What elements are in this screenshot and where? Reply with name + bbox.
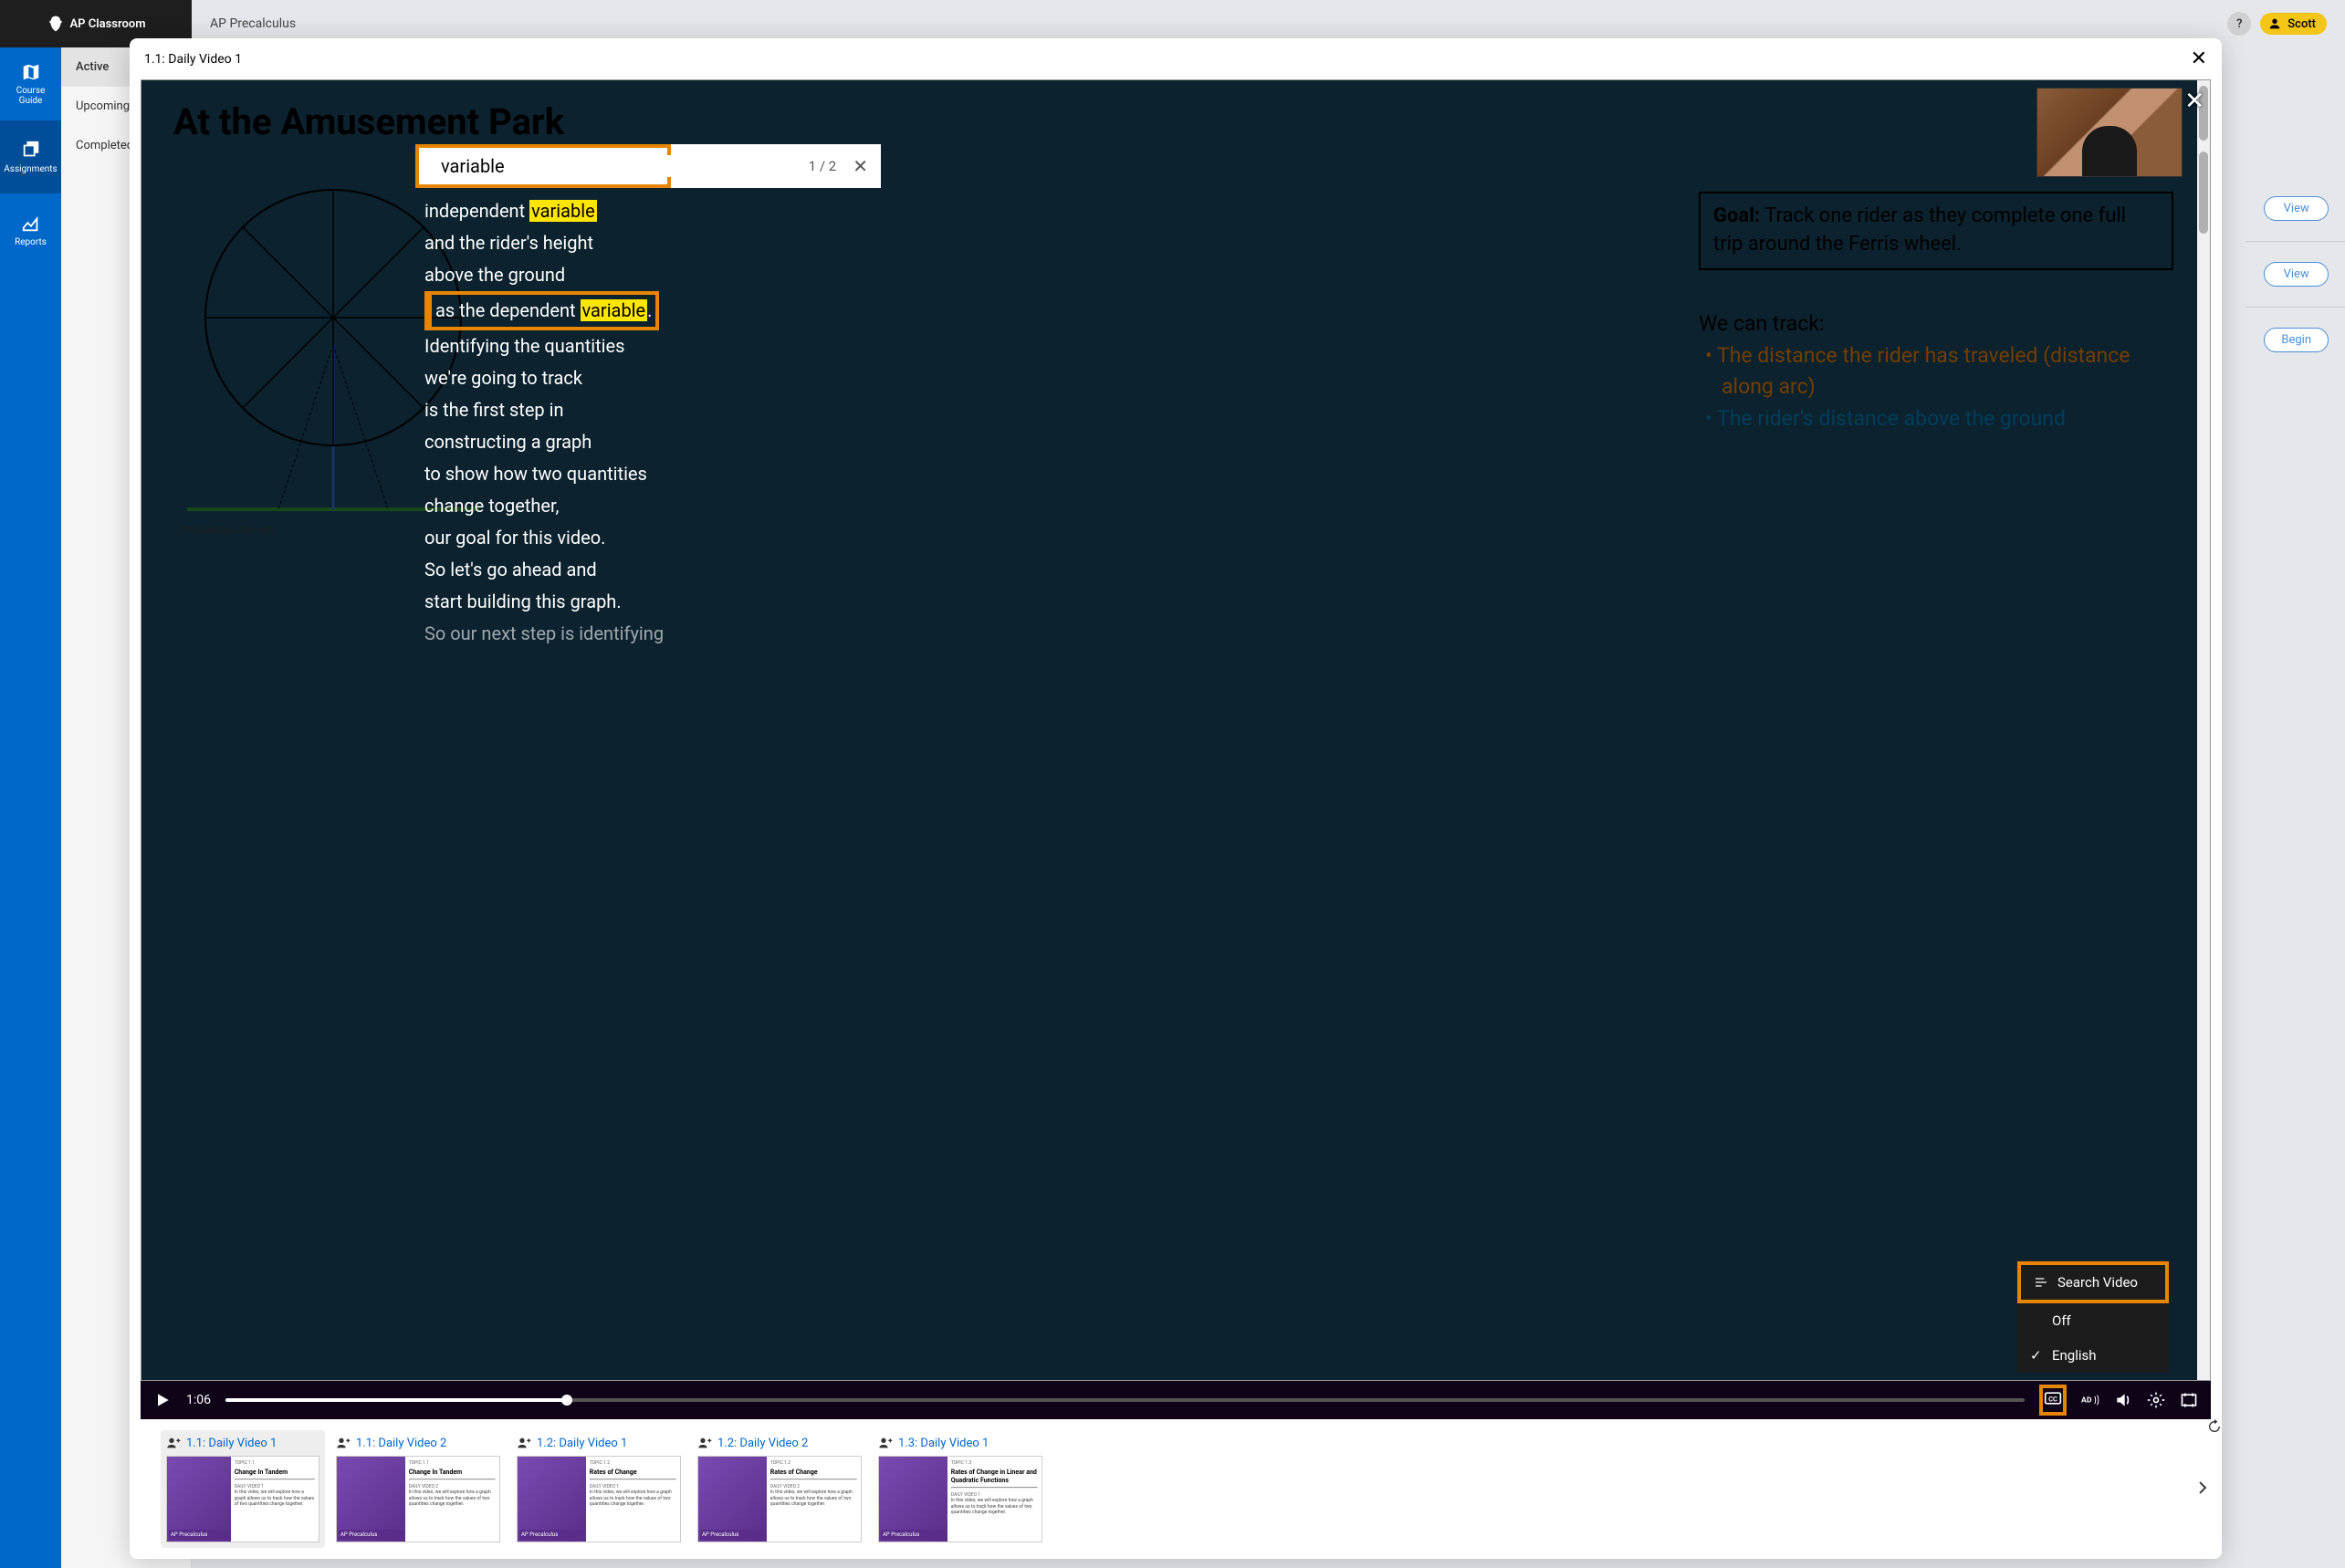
highlight: variable <box>581 299 648 321</box>
cc-label: English <box>2052 1347 2097 1364</box>
transcript: independent variable and the rider's hei… <box>415 195 780 650</box>
video-thumb[interactable]: 1.1: Daily Video 1 AP Precalculus TOPIC … <box>161 1430 325 1548</box>
chart-icon <box>21 214 41 234</box>
video-time: 1:06 <box>186 1393 211 1407</box>
brand-text: AP Classroom <box>70 17 146 31</box>
video-thumb[interactable]: 1.3: Daily Video 1 AP Precalculus TOPIC … <box>878 1436 1042 1542</box>
stack-icon <box>21 141 41 161</box>
pip-close-button[interactable]: ✕ <box>2184 88 2204 115</box>
modal-title: 1.1: Daily Video 1 <box>144 52 242 67</box>
help-button[interactable]: ? <box>2227 12 2251 36</box>
thumb-image: AP Precalculus TOPIC 1.2Rates of ChangeD… <box>517 1456 681 1542</box>
person-icon <box>2267 16 2282 31</box>
person-icon <box>878 1436 893 1450</box>
cc-off[interactable]: Off <box>2017 1303 2169 1338</box>
volume-button[interactable] <box>2114 1391 2132 1409</box>
view-button[interactable]: View <box>2264 196 2329 221</box>
picture-in-picture[interactable] <box>2036 88 2183 177</box>
progress-bar[interactable] <box>225 1398 2025 1402</box>
thumb-image: AP Precalculus TOPIC 1.2Rates of ChangeD… <box>697 1456 862 1542</box>
modal-close-button[interactable]: ✕ <box>2191 47 2207 70</box>
nav-label: Reports <box>15 237 47 247</box>
thumb-title: 1.2: Daily Video 1 <box>537 1437 627 1450</box>
video-modal: 1.1: Daily Video 1 ✕ At the Amusement Pa… <box>130 38 2222 1559</box>
video-scrollbar[interactable] <box>2197 80 2210 1380</box>
person-icon <box>697 1436 712 1450</box>
cc-button[interactable]: CC <box>2039 1385 2067 1416</box>
transcript-search-row: 1 / 2 ✕ <box>415 144 881 188</box>
thumb-title: 1.3: Daily Video 1 <box>898 1437 989 1450</box>
nav-label: Assignments <box>4 164 57 174</box>
begin-button[interactable]: Begin <box>2264 328 2329 352</box>
cc-label: Search Video <box>2057 1274 2138 1291</box>
side-actions: View View Begin <box>2264 196 2329 352</box>
thumb-title: 1.1: Daily Video 1 <box>186 1437 277 1450</box>
thumb-image: AP Precalculus TOPIC 1.3Rates of Change … <box>878 1456 1042 1542</box>
user-name: Scott <box>2287 17 2316 31</box>
video-thumb[interactable]: 1.1: Daily Video 2 AP Precalculus TOPIC … <box>336 1436 500 1542</box>
svg-text:AD: AD <box>2081 1396 2092 1406</box>
settings-button[interactable] <box>2147 1391 2165 1409</box>
list-icon <box>2034 1275 2048 1290</box>
thumb-title: 1.1: Daily Video 2 <box>356 1437 446 1450</box>
transcript-search-input[interactable] <box>441 155 673 177</box>
thumb-image: AP Precalculus TOPIC 1.1Change In Tandem… <box>336 1456 500 1542</box>
video-player[interactable]: At the Amusement Park <box>141 79 2211 1381</box>
rewatch-icon <box>2207 1419 2222 1434</box>
course-title: AP Precalculus <box>210 16 296 31</box>
captions-menu: Search Video Off ✓English <box>2017 1261 2169 1373</box>
map-icon <box>21 62 41 82</box>
nav-reports[interactable]: Reports <box>0 193 61 267</box>
video-thumbnails: 1.1: Daily Video 1 AP Precalculus TOPIC … <box>130 1419 2222 1559</box>
view-button[interactable]: View <box>2264 262 2329 287</box>
audio-description-button[interactable]: AD <box>2081 1391 2099 1409</box>
fullscreen-button[interactable] <box>2180 1391 2198 1409</box>
svg-text:CC: CC <box>2048 1395 2057 1403</box>
thumb-image: AP Precalculus TOPIC 1.1Change In Tandem… <box>166 1456 319 1542</box>
video-controls: 1:06 CC AD <box>141 1381 2211 1419</box>
thumbs-next-button[interactable] <box>2194 1479 2211 1500</box>
person-icon <box>166 1436 181 1450</box>
person-icon <box>517 1436 531 1450</box>
person-icon <box>336 1436 351 1450</box>
nav-label: Course Guide <box>4 86 58 106</box>
cc-english[interactable]: ✓English <box>2017 1338 2169 1373</box>
nav-course-guide[interactable]: Course Guide <box>0 47 61 120</box>
acorn-icon <box>47 15 65 33</box>
search-close-button[interactable]: ✕ <box>853 155 868 177</box>
play-button[interactable] <box>153 1391 172 1409</box>
left-nav: Course Guide Assignments Reports <box>0 0 61 1568</box>
user-chip[interactable]: Scott <box>2260 13 2327 35</box>
current-caption-line: as the dependent variable. <box>424 291 659 330</box>
video-thumb[interactable]: 1.2: Daily Video 2 AP Precalculus TOPIC … <box>697 1436 862 1542</box>
search-count: 1 / 2 <box>809 158 837 174</box>
captions-panel: 1 / 2 ✕ independent variable and the rid… <box>415 144 780 650</box>
highlight: variable <box>529 200 597 222</box>
cc-search-video[interactable]: Search Video <box>2017 1261 2169 1303</box>
transcript-search-box[interactable] <box>415 144 671 188</box>
main-area: AP Precalculus ? Scott View View Begin 1… <box>192 0 2345 1568</box>
thumb-title: 1.2: Daily Video 2 <box>717 1437 808 1450</box>
nav-assignments[interactable]: Assignments <box>0 120 61 193</box>
cc-label: Off <box>2052 1312 2071 1329</box>
video-thumb[interactable]: 1.2: Daily Video 1 AP Precalculus TOPIC … <box>517 1436 681 1542</box>
